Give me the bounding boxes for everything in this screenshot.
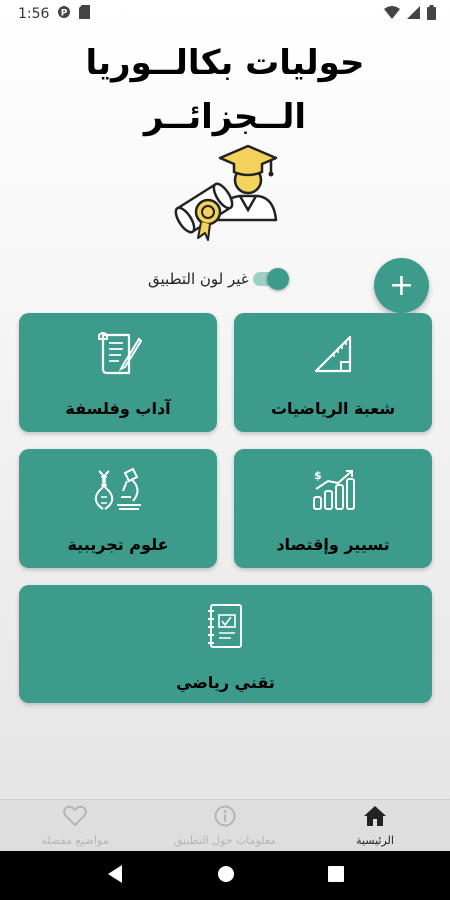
- svg-text:$: $: [314, 469, 322, 482]
- card-literature[interactable]: آداب وفلسفة: [19, 313, 217, 432]
- nav-item-about[interactable]: معلومات حول التطبيق: [150, 800, 300, 851]
- nav-label-favorites: مواضيع مفضلة: [41, 833, 109, 847]
- graduate-icon: [168, 138, 278, 246]
- heart-icon: [63, 805, 87, 831]
- signal-icon: [407, 5, 420, 23]
- sd-card-icon: [79, 5, 91, 23]
- card-label: تسيير وإقتصاد: [276, 535, 390, 554]
- card-math[interactable]: شعبة الرياضيات: [234, 313, 432, 432]
- card-label: آداب وفلسفة: [65, 399, 171, 418]
- card-tech-math[interactable]: تقني رياضي: [19, 585, 432, 703]
- home-circle-icon[interactable]: [216, 864, 236, 888]
- plus-icon: +: [388, 268, 415, 303]
- dna-microscope-icon: [93, 465, 143, 515]
- card-label: تقني رياضي: [176, 673, 275, 692]
- nav-item-favorites[interactable]: مواضيع مفضلة: [0, 800, 150, 851]
- system-navigation-bar: [0, 851, 450, 900]
- wifi-icon: [384, 5, 400, 23]
- card-economics[interactable]: $ تسيير وإقتصاد: [234, 449, 432, 568]
- title-line-1: حوليات بكالــوريا: [85, 43, 365, 83]
- theme-toggle-switch[interactable]: [252, 268, 289, 290]
- status-time: 1:56: [18, 6, 50, 22]
- theme-toggle-row[interactable]: غير لون التطبيق: [148, 268, 289, 290]
- info-icon: [214, 805, 236, 831]
- triangle-ruler-icon: [308, 329, 358, 379]
- svg-text:P: P: [61, 9, 68, 19]
- home-icon: [363, 805, 387, 831]
- card-label: شعبة الرياضيات: [270, 399, 396, 418]
- notebook-icon: [201, 601, 251, 651]
- back-icon[interactable]: [106, 864, 124, 888]
- bottom-navigation: الرئيسية معلومات حول التطبيق مواضيع مفضل…: [0, 799, 450, 851]
- growth-chart-icon: $: [308, 465, 358, 515]
- nav-label-home: الرئيسية: [356, 833, 394, 847]
- status-bar: 1:56 P: [0, 0, 450, 28]
- card-label: علوم تجريبية: [67, 535, 169, 554]
- nav-item-home[interactable]: الرئيسية: [300, 800, 450, 851]
- recents-icon[interactable]: [328, 865, 344, 886]
- theme-toggle-label: غير لون التطبيق: [148, 270, 249, 288]
- title-line-2: الــجزائــر: [143, 97, 307, 137]
- app-notification-icon: P: [57, 5, 71, 23]
- scroll-pen-icon: [93, 329, 143, 379]
- nav-label-about: معلومات حول التطبيق: [173, 833, 277, 847]
- page-title: حوليات بكالــوريا الــجزائــر: [0, 36, 450, 144]
- toggle-knob: [266, 268, 289, 290]
- add-button[interactable]: +: [374, 258, 429, 313]
- card-sciences[interactable]: علوم تجريبية: [19, 449, 217, 568]
- battery-icon: [427, 4, 436, 24]
